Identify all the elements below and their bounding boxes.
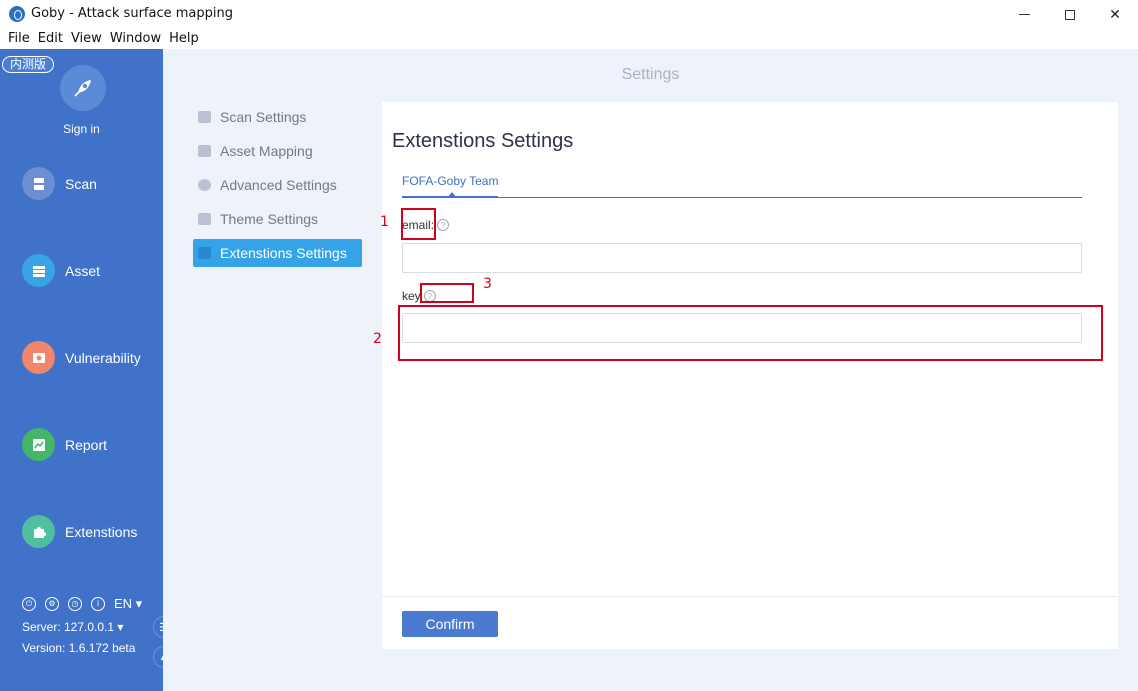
minimize-button[interactable] bbox=[1001, 0, 1047, 29]
subnav-asset-mapping[interactable]: Asset Mapping bbox=[193, 137, 362, 165]
nav-vulnerability-label: Vulnerability bbox=[65, 349, 141, 366]
tab-fofa-goby-team[interactable]: FOFA-Goby Team bbox=[402, 174, 498, 188]
annotation-number-1: 1 bbox=[380, 214, 389, 230]
scan-settings-icon bbox=[198, 111, 211, 123]
close-button[interactable]: ✕ bbox=[1092, 0, 1138, 29]
annotation-box-3 bbox=[420, 283, 474, 303]
report-icon bbox=[22, 428, 55, 461]
sidebar: 内测版 Sign in Scan Asset Vulnerability Rep… bbox=[0, 49, 163, 691]
shirt-icon bbox=[198, 213, 211, 225]
subnav-theme-settings[interactable]: Theme Settings bbox=[193, 205, 362, 233]
tab-divider bbox=[402, 197, 1082, 198]
extensions-icon bbox=[22, 515, 55, 548]
settings-card: Extenstions Settings FOFA-Goby Team emai… bbox=[382, 102, 1118, 649]
info-icon[interactable]: i bbox=[91, 597, 105, 611]
subnav-label: Asset Mapping bbox=[220, 143, 313, 159]
nav-report-label: Report bbox=[65, 436, 108, 453]
annotation-number-2: 2 bbox=[373, 331, 382, 347]
nav-vulnerability[interactable]: Vulnerability bbox=[22, 341, 141, 374]
goby-app-icon bbox=[9, 6, 25, 22]
subnav-label: Theme Settings bbox=[220, 211, 319, 227]
nav-scan[interactable]: Scan bbox=[22, 167, 97, 200]
asset-icon bbox=[22, 254, 55, 287]
tab-caret-icon bbox=[448, 192, 456, 197]
power-icon[interactable]: ⏻ bbox=[22, 597, 36, 611]
subnav-scan-settings[interactable]: Scan Settings bbox=[193, 103, 362, 131]
gear-icon[interactable]: ⚙ bbox=[45, 597, 59, 611]
language-label: EN bbox=[114, 596, 133, 611]
annotation-box-1 bbox=[401, 208, 436, 240]
server-select[interactable]: Server: 127.0.0.1 ▾ bbox=[22, 620, 123, 634]
avatar[interactable] bbox=[60, 65, 106, 111]
key-label: key bbox=[402, 289, 421, 303]
subnav-label: Scan Settings bbox=[220, 109, 307, 125]
subnav-label: Extenstions Settings bbox=[220, 245, 347, 261]
annotation-number-3: 3 bbox=[483, 276, 492, 292]
page-title: Settings bbox=[621, 66, 680, 83]
subnav-extensions-settings[interactable]: Extenstions Settings bbox=[193, 239, 362, 267]
card-footer-divider bbox=[382, 596, 1118, 597]
sidebar-tools: ⏻ ⚙ ◷ i EN ▾ bbox=[22, 596, 142, 612]
title-bar: Goby - Attack surface mapping ✕ bbox=[0, 0, 1138, 29]
help-icon[interactable]: ? bbox=[437, 219, 450, 231]
vulnerability-icon bbox=[22, 341, 55, 374]
maximize-button[interactable] bbox=[1047, 0, 1093, 29]
nav-scan-label: Scan bbox=[65, 175, 97, 192]
rocket-icon bbox=[74, 80, 91, 97]
gear-icon bbox=[198, 179, 211, 191]
nav-asset-label: Asset bbox=[65, 262, 101, 279]
menu-file[interactable]: File bbox=[8, 29, 30, 49]
window-title: Goby - Attack surface mapping bbox=[31, 6, 233, 21]
menu-edit[interactable]: Edit bbox=[38, 29, 63, 49]
confirm-button[interactable]: Confirm bbox=[402, 611, 498, 637]
menu-window[interactable]: Window bbox=[110, 29, 161, 49]
menu-view[interactable]: View bbox=[71, 29, 102, 49]
subnav-label: Advanced Settings bbox=[220, 177, 337, 193]
main-area: Settings Scan Settings Asset Mapping Adv… bbox=[163, 49, 1138, 691]
puzzle-icon bbox=[198, 247, 211, 259]
annotation-box-2 bbox=[398, 305, 1103, 361]
card-title: Extenstions Settings bbox=[392, 130, 574, 152]
maximize-icon bbox=[1065, 9, 1075, 20]
layers-icon bbox=[198, 145, 211, 157]
nav-extensions-label: Extenstions bbox=[65, 523, 138, 540]
minimize-icon bbox=[1018, 14, 1030, 15]
server-label: Server: 127.0.0.1 bbox=[22, 620, 115, 634]
nav-report[interactable]: Report bbox=[22, 428, 107, 461]
version-text: Version: 1.6.172 beta bbox=[22, 641, 136, 655]
sign-in-link[interactable]: Sign in bbox=[0, 122, 163, 136]
nav-extensions[interactable]: Extenstions bbox=[22, 515, 137, 548]
menu-bar: File Edit View Window Help bbox=[0, 29, 1138, 49]
menu-help[interactable]: Help bbox=[169, 29, 199, 49]
close-icon: ✕ bbox=[1109, 6, 1121, 23]
scan-icon bbox=[22, 167, 55, 200]
subnav-advanced-settings[interactable]: Advanced Settings bbox=[193, 171, 362, 199]
language-select[interactable]: EN ▾ bbox=[114, 596, 142, 612]
beta-badge: 内测版 bbox=[2, 56, 55, 73]
clock-icon[interactable]: ◷ bbox=[68, 597, 82, 611]
email-field[interactable] bbox=[402, 243, 1082, 273]
nav-asset[interactable]: Asset bbox=[22, 254, 100, 287]
